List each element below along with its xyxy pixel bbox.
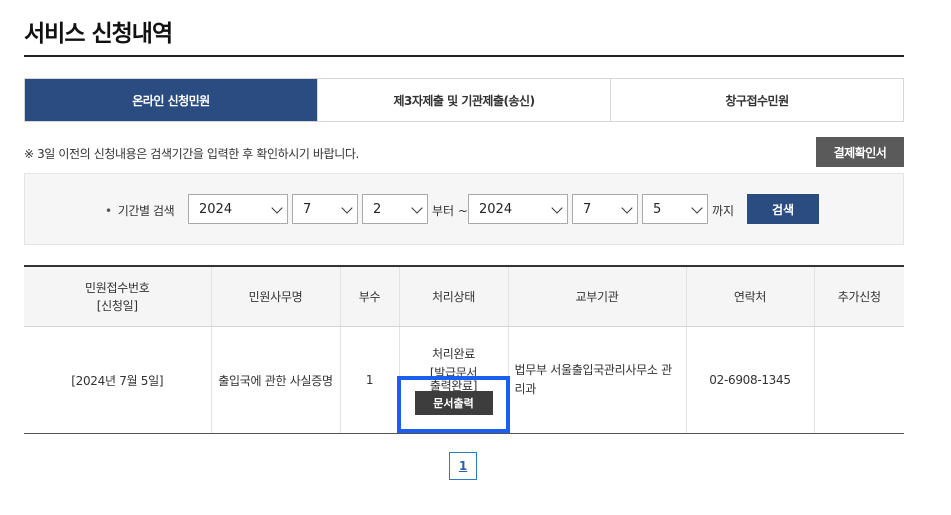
from-month-select[interactable]: 7 <box>292 194 358 224</box>
to-month-value: 7 <box>583 201 592 217</box>
search-panel: • 기간별 검색 2024 7 2 부터 ~ 2024 7 5 까지 검색 <box>24 173 904 245</box>
chevron-down-icon <box>691 202 703 214</box>
status-text: 처리완료 [발급문서 출력완료] <box>406 345 502 396</box>
cell-date: [2024년 7월 5일] <box>24 326 211 434</box>
header-status: 처리상태 <box>398 265 508 327</box>
page-title: 서비스 신청내역 <box>24 21 173 47</box>
cell-contact: 02-6908-1345 <box>685 326 814 434</box>
cell-extra <box>813 326 904 434</box>
header-copies: 부수 <box>339 265 399 327</box>
cell-status: 처리완료 [발급문서 출력완료] 문서출력 <box>398 326 508 434</box>
to-day-value: 5 <box>653 201 662 217</box>
bullet-icon: • <box>105 204 112 218</box>
table-row: [2024년 7월 5일] 출입국에 관한 사실증명 1 처리완료 [발급문서 … <box>24 326 904 434</box>
cell-agency: 법무부 서울출입국관리사무소 관리과 <box>507 326 686 434</box>
search-label: • 기간별 검색 <box>105 202 175 219</box>
to-year-value: 2024 <box>479 201 513 217</box>
cell-name: 출입국에 관한 사실증명 <box>210 326 340 434</box>
header-receipt-sub-text: [신청일] <box>96 298 138 313</box>
chevron-down-icon <box>341 202 353 214</box>
results-table: 민원접수번호 [신청일] 민원사무명 부수 처리상태 교부기관 연락처 추가신청 … <box>24 265 904 434</box>
search-button[interactable]: 검색 <box>747 194 819 224</box>
status-line-3: 출력완료] <box>429 379 478 393</box>
cell-copies: 1 <box>339 326 399 434</box>
chevron-down-icon <box>271 202 283 214</box>
chevron-down-icon <box>621 202 633 214</box>
from-day-select[interactable]: 2 <box>362 194 428 224</box>
tab-counter-applications[interactable]: 창구접수민원 <box>610 79 903 121</box>
table-header-row: 민원접수번호 [신청일] 민원사무명 부수 처리상태 교부기관 연락처 추가신청 <box>24 265 904 327</box>
header-agency: 교부기관 <box>507 265 686 327</box>
notice-text: ※ 3일 이전의 신청내용은 검색기간을 입력한 후 확인하시기 바랍니다. <box>24 147 359 161</box>
search-label-text: 기간별 검색 <box>117 204 175 218</box>
header-name: 민원사무명 <box>210 265 340 327</box>
to-suffix: 까지 <box>712 204 735 218</box>
to-year-select[interactable]: 2024 <box>468 194 568 224</box>
chevron-down-icon <box>411 202 423 214</box>
header-contact: 연락처 <box>685 265 814 327</box>
tab-online-applications[interactable]: 온라인 신청민원 <box>25 79 317 121</box>
from-year-select[interactable]: 2024 <box>188 194 288 224</box>
pagination-page-1[interactable]: 1 <box>449 452 477 480</box>
header-extra: 추가신청 <box>813 265 904 327</box>
from-month-value: 7 <box>303 201 312 217</box>
status-line-1: 처리완료 <box>432 347 475 361</box>
chevron-down-icon <box>551 202 563 214</box>
from-year-value: 2024 <box>199 201 233 217</box>
tab-third-party-submission[interactable]: 제3자제출 및 기관제출(송신) <box>317 79 610 121</box>
payment-confirmation-button[interactable]: 결제확인서 <box>816 137 904 167</box>
header-receipt-no-text: 민원접수번호 <box>85 280 150 295</box>
from-day-value: 2 <box>373 201 382 217</box>
tab-bar: 온라인 신청민원 제3자제출 및 기관제출(송신) 창구접수민원 <box>24 78 904 122</box>
from-suffix: 부터 ~ <box>432 204 468 218</box>
to-day-select[interactable]: 5 <box>642 194 708 224</box>
header-receipt-no: 민원접수번호 [신청일] <box>24 265 211 327</box>
title-divider <box>24 55 904 57</box>
to-month-select[interactable]: 7 <box>572 194 638 224</box>
